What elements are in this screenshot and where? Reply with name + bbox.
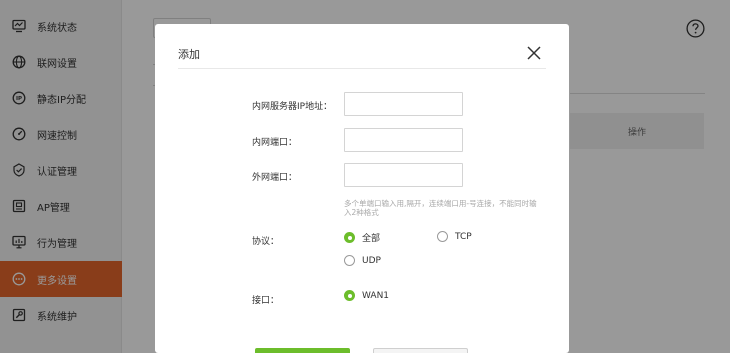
interface-option-label: WAN1 [362,290,390,301]
inner-port-input[interactable] [344,128,463,152]
dialog-divider [178,68,546,69]
inner-ip-label: 内网服务器IP地址： [252,102,333,112]
protocol-option-label: TCP [455,231,472,242]
confirm-button[interactable] [255,348,350,353]
radio-checked-icon [344,290,355,301]
cancel-button[interactable] [373,348,468,353]
inner-port-label: 内网端口： [252,138,298,148]
radio-unchecked-icon [437,231,448,242]
add-dialog: 添加 内网服务器IP地址： 内网端口： 外网端口： 多个单端口输入用,隔开，连续… [155,24,569,353]
radio-unchecked-icon [344,255,355,266]
protocol-label: 协议： [252,237,280,247]
outer-port-label: 外网端口： [252,173,298,183]
dialog-title: 添加 [178,48,200,61]
protocol-option-udp[interactable]: UDP [344,255,381,266]
protocol-option-tcp[interactable]: TCP [437,231,472,242]
interface-option-wan1[interactable]: WAN1 [344,290,389,301]
outer-port-input[interactable] [344,163,463,187]
close-icon[interactable] [526,45,542,61]
port-format-hint: 多个单端口输入用,隔开，连续端口用-号连接，不能同时输入2种格式 [344,199,537,217]
protocol-option-all[interactable]: 全部 [344,231,380,244]
interface-label: 接口： [252,296,280,306]
protocol-option-label: 全部 [362,234,381,244]
radio-checked-icon [344,232,355,243]
inner-ip-input[interactable] [344,92,463,116]
protocol-option-label: UDP [362,255,381,266]
